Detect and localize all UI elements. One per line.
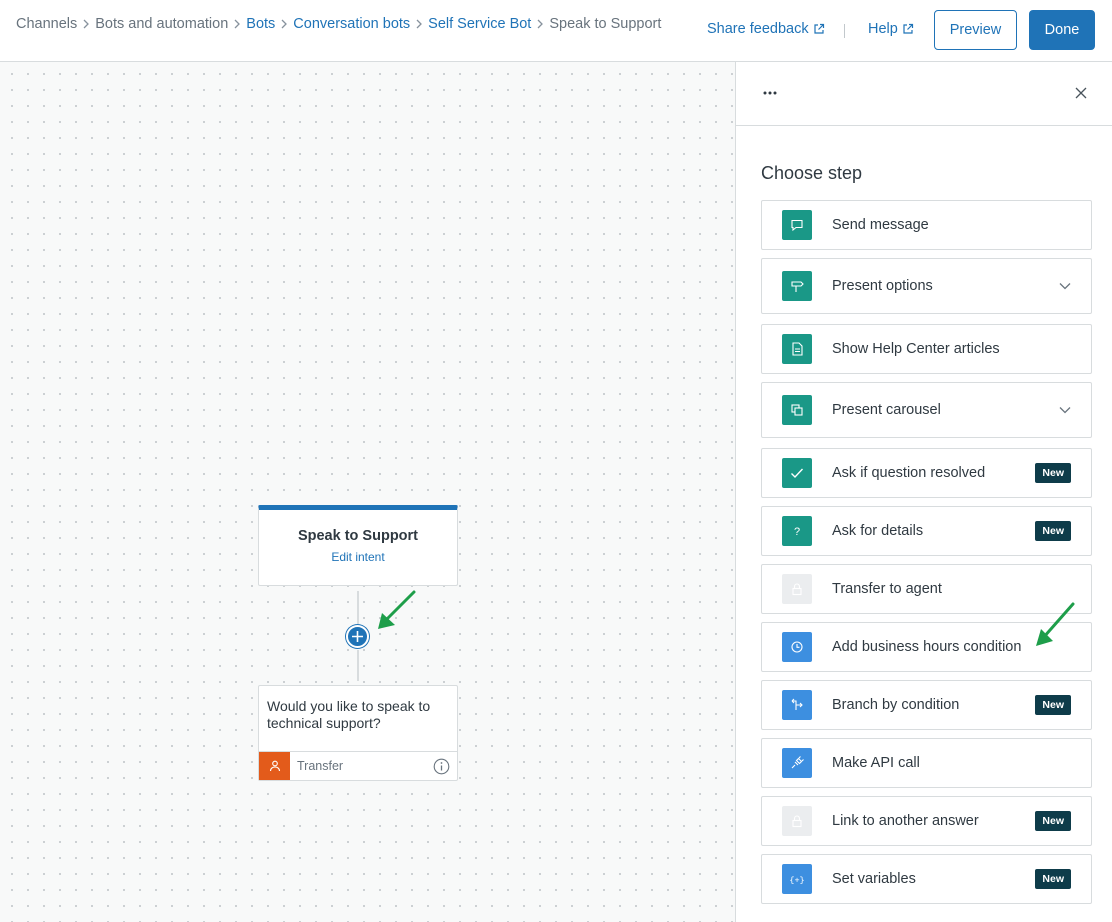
option-send-message[interactable]: Send message: [761, 200, 1092, 250]
option-label: Branch by condition: [832, 697, 960, 713]
check-icon: [782, 458, 812, 488]
close-icon[interactable]: [1075, 87, 1087, 99]
annotation-arrow: [378, 590, 416, 629]
option-label: Make API call: [832, 755, 920, 771]
flow-connector: [357, 650, 359, 681]
step-type-label: Transfer: [297, 759, 344, 773]
external-link-icon: [813, 23, 824, 34]
flow-canvas[interactable]: Speak to Support Edit intent Would you l…: [0, 62, 736, 922]
option-ask-for-details[interactable]: ? Ask for details New: [761, 506, 1092, 556]
chevron-right-icon: [275, 16, 293, 32]
option-present-options[interactable]: Present options: [761, 258, 1092, 314]
new-badge: New: [1035, 463, 1071, 483]
step-footer: Transfer: [259, 751, 457, 780]
option-make-api-call[interactable]: Make API call: [761, 738, 1092, 788]
option-label: Present options: [832, 278, 933, 294]
lock-icon: [782, 574, 812, 604]
chevron-down-icon[interactable]: [1059, 282, 1071, 290]
branch-icon: [782, 690, 812, 720]
panel-toolbar: [736, 62, 1112, 126]
option-show-help-center-articles[interactable]: Show Help Center articles: [761, 324, 1092, 374]
carousel-icon: [782, 395, 812, 425]
chevron-down-icon[interactable]: [1059, 406, 1071, 414]
info-icon[interactable]: [433, 758, 450, 775]
help-link[interactable]: Help: [868, 21, 914, 37]
signpost-icon: [782, 271, 812, 301]
external-link-icon: [903, 23, 913, 34]
option-set-variables[interactable]: {+} Set variables New: [761, 854, 1092, 904]
flow-connector: [357, 591, 359, 624]
share-feedback-link[interactable]: Share feedback: [707, 21, 825, 37]
breadcrumb-bots[interactable]: Bots: [246, 16, 275, 32]
panel-title: Choose step: [761, 163, 863, 183]
add-step-button[interactable]: [346, 625, 369, 648]
lock-icon: [782, 806, 812, 836]
chevron-right-icon: [531, 16, 549, 32]
clock-icon: [782, 632, 812, 662]
preview-button[interactable]: Preview: [934, 10, 1017, 50]
option-label: Ask if question resolved: [832, 465, 986, 481]
header-divider: [844, 24, 845, 38]
plug-icon: [782, 748, 812, 778]
choose-step-panel: Choose step Send message Present options…: [735, 62, 1112, 922]
option-ask-if-question-resolved[interactable]: Ask if question resolved New: [761, 448, 1092, 498]
option-link-to-another-answer[interactable]: Link to another answer New: [761, 796, 1092, 846]
edit-intent-link[interactable]: Edit intent: [259, 550, 457, 564]
option-label: Link to another answer: [832, 813, 979, 829]
option-branch-by-condition[interactable]: Branch by condition New: [761, 680, 1092, 730]
share-feedback-label: Share feedback: [707, 21, 809, 37]
option-label: Set variables: [832, 871, 916, 887]
breadcrumb-bots-and-automation[interactable]: Bots and automation: [95, 16, 228, 32]
svg-text:?: ?: [794, 526, 800, 538]
person-icon: [259, 752, 290, 780]
top-header: Channels Bots and automation Bots Conver…: [0, 0, 1112, 62]
chevron-right-icon: [77, 16, 95, 32]
option-label: Transfer to agent: [832, 581, 942, 597]
question-icon: ?: [782, 516, 812, 546]
variables-icon: {+}: [782, 864, 812, 894]
breadcrumb-self-service-bot[interactable]: Self Service Bot: [428, 16, 531, 32]
breadcrumb-conversation-bots[interactable]: Conversation bots: [293, 16, 410, 32]
article-icon: [782, 334, 812, 364]
option-label: Send message: [832, 217, 929, 233]
new-badge: New: [1035, 521, 1071, 541]
new-badge: New: [1035, 695, 1071, 715]
chevron-right-icon: [410, 16, 428, 32]
svg-text:{+}: {+}: [789, 876, 804, 886]
help-label: Help: [868, 21, 898, 37]
message-icon: [782, 210, 812, 240]
new-badge: New: [1035, 811, 1071, 831]
intent-trigger-card[interactable]: Speak to Support Edit intent: [258, 505, 458, 586]
option-present-carousel[interactable]: Present carousel: [761, 382, 1092, 438]
option-label: Ask for details: [832, 523, 924, 539]
option-label: Show Help Center articles: [832, 341, 1000, 357]
intent-title: Speak to Support: [297, 528, 419, 544]
breadcrumb: Channels Bots and automation Bots Conver…: [16, 16, 661, 32]
plus-icon: [352, 631, 363, 642]
annotation-arrow: [1036, 602, 1075, 646]
done-button[interactable]: Done: [1029, 10, 1095, 50]
step-message: Would you like to speak to technical sup…: [267, 698, 431, 731]
new-badge: New: [1035, 869, 1071, 889]
option-label: Present carousel: [832, 402, 941, 418]
breadcrumb-current-page: Speak to Support: [549, 16, 662, 32]
breadcrumb-channels[interactable]: Channels: [16, 16, 77, 32]
more-options-icon[interactable]: [762, 88, 778, 98]
transfer-step-card[interactable]: Would you like to speak to technical sup…: [258, 685, 458, 781]
chevron-right-icon: [228, 16, 246, 32]
